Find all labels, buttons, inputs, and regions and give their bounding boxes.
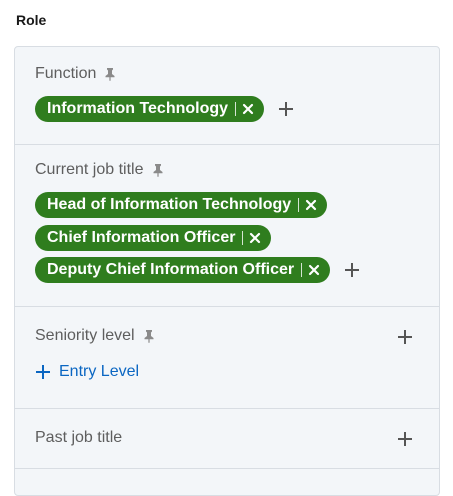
current-job-title-label: Current job title	[35, 161, 144, 178]
pill-divider	[235, 102, 237, 117]
plus-icon[interactable]	[344, 262, 360, 278]
function-pills: Information Technology	[35, 93, 294, 126]
past-job-title-label-row: Past job title	[35, 429, 122, 447]
pill-divider	[242, 230, 244, 245]
pill-label: Head of Information Technology	[47, 196, 292, 214]
seniority-level-label: Seniority level	[35, 327, 135, 344]
current-job-title-label-row: Current job title	[35, 161, 164, 179]
plus-icon	[35, 364, 51, 380]
pin-icon[interactable]	[143, 329, 155, 343]
close-icon[interactable]	[242, 103, 254, 115]
pin-icon[interactable]	[152, 163, 164, 177]
pill-label: Deputy Chief Information Officer	[47, 261, 295, 279]
entry-level-option[interactable]: Entry Level	[35, 363, 139, 381]
past-job-title-label: Past job title	[35, 429, 123, 446]
plus-icon[interactable]	[397, 431, 413, 447]
pill-label: Chief Information Officer	[47, 228, 236, 246]
close-icon[interactable]	[305, 199, 317, 211]
pill-label: Information Technology	[47, 100, 229, 118]
selected-pill: Information Technology	[35, 96, 265, 123]
function-label-row: Function	[35, 65, 116, 83]
close-icon[interactable]	[308, 264, 320, 276]
role-heading: Role	[16, 12, 47, 28]
entry-level-label: Entry Level	[59, 363, 140, 380]
pill-divider	[298, 198, 300, 213]
pin-icon[interactable]	[104, 67, 116, 81]
past-job-title-section: Past job title	[15, 409, 439, 469]
current-job-title-section: Current job title Head of Information Te…	[15, 145, 439, 307]
close-icon[interactable]	[249, 232, 261, 244]
function-label: Function	[35, 65, 97, 82]
role-filter-panel: Function Information Technology Current …	[14, 46, 440, 496]
seniority-level-label-row: Seniority level	[35, 327, 155, 345]
selected-pill: Chief Information Officer	[35, 224, 272, 251]
plus-icon[interactable]	[397, 329, 413, 345]
plus-icon[interactable]	[278, 101, 294, 117]
function-section: Function Information Technology	[15, 47, 439, 145]
selected-pill: Head of Information Technology	[35, 192, 328, 219]
pill-divider	[301, 263, 303, 278]
seniority-level-section: Seniority level	[15, 307, 439, 409]
current-job-title-pills: Head of Information Technology Chief Inf…	[35, 189, 360, 287]
selected-pill: Deputy Chief Information Officer	[35, 257, 331, 284]
